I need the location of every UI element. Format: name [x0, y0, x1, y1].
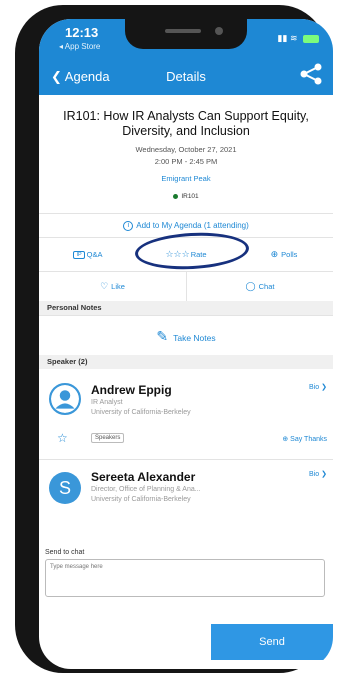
status-icons: ▮▮ ≋ [278, 33, 319, 44]
speaker-org: University of California-Berkeley [91, 496, 191, 503]
session-date: Wednesday, October 27, 2021 [135, 145, 237, 154]
speakers-tag: Speakers [91, 433, 125, 443]
battery-icon [303, 34, 319, 43]
personal-notes-header: Personal Notes [39, 301, 333, 315]
session-code-label: IR101 [181, 193, 199, 200]
speaker-name: Sereeta Alexander [91, 470, 196, 484]
front-camera [215, 27, 223, 35]
session-code: IR101 [39, 193, 333, 200]
qa-label: Q&A [86, 250, 103, 259]
user-avatar-icon [49, 383, 81, 415]
track-dot [173, 193, 179, 199]
speaker-role: Director, Office of Planning & Ana... [91, 486, 201, 493]
polls-button[interactable]: ⊕ Polls [235, 238, 333, 271]
pencil-icon: ✎ [156, 328, 169, 344]
speaker-role: IR Analyst [91, 399, 123, 406]
qa-button[interactable]: IP Q&A [39, 238, 137, 271]
say-thanks-button[interactable]: ⊕ Say Thanks [282, 435, 327, 443]
heart-icon: ♡ [100, 281, 109, 291]
add-to-agenda-label: Add to My Agenda (1 attending) [136, 221, 249, 230]
take-notes-button[interactable]: ✎ Take Notes [39, 315, 333, 355]
share-icon[interactable] [299, 63, 323, 85]
speaker-grille [165, 29, 201, 33]
bio-label: Bio [309, 471, 320, 478]
social-row: ♡ Like ◯ Chat [39, 271, 333, 301]
app-screen: 12:13 ◂ App Store ▮▮ ≋ ❮ Agenda Details … [39, 19, 333, 669]
send-button[interactable]: Send [211, 624, 333, 660]
phone-notch [125, 19, 247, 49]
send-to-chat-label: Send to chat [45, 549, 85, 556]
back-to-app-store[interactable]: ◂ App Store [59, 42, 100, 51]
signal-icon: ▮▮ [277, 33, 288, 43]
session-title: IR101: How IR Analysts Can Support Equit… [63, 109, 309, 138]
thanks-icon: ⊕ [282, 436, 291, 443]
speaker-name: Andrew Eppig [91, 383, 172, 397]
speaker-card[interactable]: Andrew Eppig IR Analyst University of Ca… [39, 369, 333, 459]
like-label: Like [111, 282, 125, 291]
session-header: IR101: How IR Analysts Can Support Equit… [39, 95, 333, 200]
session-location-link[interactable]: Emigrant Peak [39, 174, 333, 183]
speaker-org: University of California-Berkeley [91, 409, 191, 416]
speaker-avatar: S [49, 472, 81, 504]
favorite-star-icon[interactable]: ☆ [57, 431, 68, 445]
like-button[interactable]: ♡ Like [39, 272, 186, 301]
polls-icon: ⊕ [270, 249, 279, 259]
session-time: 2:00 PM - 2:45 PM [154, 157, 218, 166]
phone-frame: 12:13 ◂ App Store ▮▮ ≋ ❮ Agenda Details … [15, 5, 333, 673]
polls-label: Polls [281, 250, 298, 259]
chat-message-input[interactable] [45, 559, 325, 597]
chat-bubble-icon: ◯ [245, 281, 256, 291]
bio-link[interactable]: Bio ❯ [309, 470, 327, 478]
take-notes-label: Take Notes [173, 333, 216, 343]
speaker-header: Speaker (2) [39, 355, 333, 369]
chevron-right-icon: ❯ [321, 471, 327, 478]
bio-link[interactable]: Bio ❯ [309, 383, 327, 391]
bio-label: Bio [309, 384, 320, 391]
say-thanks-label: Say Thanks [290, 436, 327, 443]
page-title: Details [166, 69, 206, 84]
status-time: 12:13 [65, 25, 99, 40]
qa-icon: IP [73, 250, 85, 259]
chat-label: Chat [258, 282, 275, 291]
chat-button[interactable]: ◯ Chat [187, 272, 333, 301]
speaker-card[interactable]: S Sereeta Alexander Director, Office of … [39, 459, 333, 521]
chevron-right-icon: ❯ [321, 384, 327, 391]
info-icon: i [123, 220, 134, 231]
wifi-icon: ≋ [289, 33, 298, 43]
